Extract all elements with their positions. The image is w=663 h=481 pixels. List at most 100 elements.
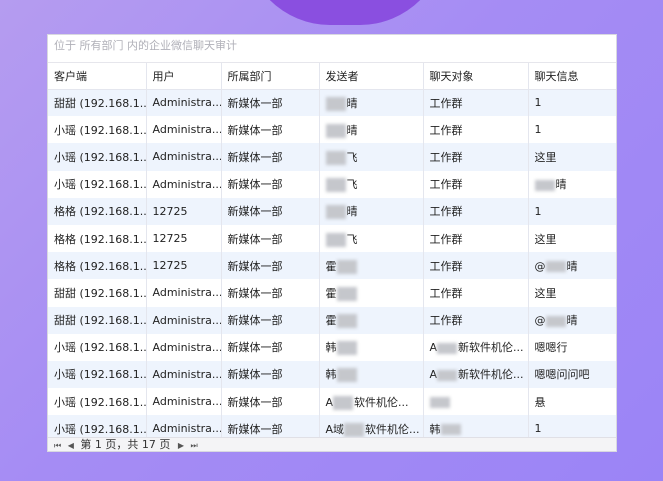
department-cell: 新媒体一部 xyxy=(221,170,320,198)
user-cell-text: Administra... xyxy=(152,313,221,327)
user-cell: 12725 xyxy=(146,197,222,225)
redacted-blur xyxy=(336,368,357,383)
user-cell-text: 12725 xyxy=(152,259,188,273)
client-cell-text: 甜甜 (192.168.1... xyxy=(54,314,146,328)
last-page-icon[interactable]: ⏭ xyxy=(191,441,198,450)
department-cell-text: 新媒体一部 xyxy=(227,341,283,355)
chat-target-cell: 工作群 xyxy=(423,306,529,334)
chat-message-cell-suffix: 晴 xyxy=(566,259,578,273)
department-cell-text: 新媒体一部 xyxy=(227,178,283,192)
department-cell-text: 新媒体一部 xyxy=(227,368,283,382)
sender-cell-suffix: 飞 xyxy=(346,232,358,246)
chat-message-cell-prefix: @ xyxy=(534,259,546,273)
sender-cell-prefix: A域 xyxy=(325,422,345,436)
chat-message-cell: 晴 xyxy=(528,170,616,198)
column-header-department[interactable]: 所属部门 xyxy=(221,63,320,90)
user-cell-text: Administra... xyxy=(152,367,221,381)
next-page-icon[interactable]: ▶ xyxy=(178,441,184,450)
sender-cell: 飞 xyxy=(319,170,424,198)
prev-page-icon[interactable]: ◀ xyxy=(68,441,74,450)
chat-message-cell: 悬 xyxy=(528,388,616,416)
client-cell-text: 小瑶 (192.168.1... xyxy=(54,368,146,382)
client-cell: 小瑶 (192.168.1... xyxy=(48,388,147,416)
sender-cell-prefix: 霍 xyxy=(325,314,337,328)
chat-target-cell-text: 工作群 xyxy=(429,259,463,273)
chat-message-cell-text: 嗯嗯问问吧 xyxy=(534,368,590,382)
table-row[interactable]: 小瑶 (192.168.1... Administra... 新媒体一部 飞 工作群 晴 xyxy=(48,170,616,198)
chat-message-cell: 1 xyxy=(528,89,616,117)
pagination-bar: ⏮ ◀ 第 1 页，共 17 页 ▶ ⏭ xyxy=(48,437,616,451)
sender-cell: A 软件机伦... xyxy=(319,388,424,416)
redacted-blur xyxy=(336,286,357,301)
table-row[interactable]: 小瑶 (192.168.1... Administra... 新媒体一部 A 软件机伦.… xyxy=(48,388,616,416)
chat-message-cell-text: 这里 xyxy=(534,232,557,246)
sender-cell-suffix: 软件机伦... xyxy=(354,395,409,409)
chat-message-cell-text: 1 xyxy=(534,123,542,137)
table-row[interactable]: 格格 (192.168.1... 12725 新媒体一部 晴 工作群 1 xyxy=(48,197,616,225)
user-cell: Administra... xyxy=(146,89,222,117)
department-cell-text: 新媒体一部 xyxy=(227,96,283,110)
user-cell: Administra... xyxy=(146,116,222,144)
department-cell: 新媒体一部 xyxy=(221,143,320,171)
table-row[interactable]: 甜甜 (192.168.1... Administra... 新媒体一部霍工作群 @ 晴 xyxy=(48,306,616,334)
chat-target-cell: A 新软件机伦... xyxy=(423,360,529,389)
user-cell: Administra... xyxy=(146,388,222,416)
user-cell-text: 12725 xyxy=(152,204,188,218)
chat-target-cell: 工作群 xyxy=(423,89,529,117)
column-header-user[interactable]: 用户 xyxy=(146,63,222,90)
redacted-blur xyxy=(325,96,346,111)
redacted-blur xyxy=(336,259,357,274)
department-cell: 新媒体一部 xyxy=(221,197,320,225)
sender-cell-prefix: 韩 xyxy=(325,341,337,355)
table-row[interactable]: 小瑶 (192.168.1... Administra... 新媒体一部 韩 A 新软件机… xyxy=(48,333,616,361)
chat-message-cell-text: 1 xyxy=(534,204,542,218)
redacted-blur xyxy=(545,315,566,327)
chat-audit-panel: 位于 所有部门 内的企业微信聊天审计 客户端 用户 所属部门 发送者 聊天对象 … xyxy=(47,34,617,452)
department-cell-text: 新媒体一部 xyxy=(227,422,283,436)
redacted-blur xyxy=(325,205,346,220)
department-cell: 新媒体一部 xyxy=(221,252,320,280)
client-cell-text: 小瑶 (192.168.1... xyxy=(54,123,146,137)
redacted-blur xyxy=(437,342,458,354)
department-cell: 新媒体一部 xyxy=(221,306,320,334)
department-cell: 新媒体一部 xyxy=(221,224,320,253)
table-row[interactable]: 小瑶 (192.168.1... Administra... 新媒体一部 飞 工作群 这里 xyxy=(48,143,616,171)
chat-target-cell-text: 工作群 xyxy=(429,150,463,164)
client-cell: 格格 (192.168.1... xyxy=(48,252,147,280)
table-row[interactable]: 格格 (192.168.1... 12725 新媒体一部霍 工作群 @ 晴 xyxy=(48,252,616,280)
chat-message-cell-suffix: 晴 xyxy=(555,178,567,192)
chat-target-cell xyxy=(423,388,529,416)
table-row[interactable]: 格格 (192.168.1... 12725 新媒体一部 飞 工作群 这里 xyxy=(48,224,616,253)
client-cell: 小瑶 (192.168.1... xyxy=(48,170,147,198)
user-cell: Administra... xyxy=(146,279,222,307)
user-cell: Administra... xyxy=(146,306,222,334)
column-header-sender[interactable]: 发送者 xyxy=(319,63,424,90)
column-header-chat-target[interactable]: 聊天对象 xyxy=(423,63,529,90)
sender-cell: 韩 xyxy=(319,333,424,361)
chat-target-cell-text: 工作群 xyxy=(429,314,463,328)
redacted-blur xyxy=(437,369,458,381)
chat-target-cell-prefix: A xyxy=(429,368,438,382)
chat-target-cell-text: 工作群 xyxy=(429,205,463,219)
department-cell: 新媒体一部 xyxy=(221,89,320,117)
sender-cell: 飞 xyxy=(319,143,424,171)
table-row[interactable]: 甜甜 (192.168.1... Administra... 新媒体一部 晴 工作群 1 xyxy=(48,89,616,117)
sender-cell: 晴 xyxy=(319,116,424,144)
table-row[interactable]: 小瑶 (192.168.1... Administra... 新媒体一部 晴 工作群 1 xyxy=(48,116,616,144)
user-cell-text: Administra... xyxy=(152,340,221,354)
department-cell-text: 新媒体一部 xyxy=(227,286,283,300)
column-header-chat-message[interactable]: 聊天信息 xyxy=(528,63,616,90)
table-row[interactable]: 甜甜 (192.168.1... Administra... 新媒体一部 霍 工作群 这里 xyxy=(48,279,616,307)
client-cell-text: 小瑶 (192.168.1... xyxy=(54,341,146,355)
sender-cell-suffix: 晴 xyxy=(346,96,358,110)
sender-cell-prefix: 韩 xyxy=(325,368,337,382)
column-header-client[interactable]: 客户端 xyxy=(48,63,147,90)
sender-cell-suffix: 软件机伦... xyxy=(365,422,420,436)
client-cell: 格格 (192.168.1... xyxy=(48,197,147,225)
sender-cell-prefix: 霍 xyxy=(325,259,337,273)
table-row[interactable]: 小瑶 (192.168.1... Administra... 新媒体一部 韩 A 新软件机… xyxy=(48,360,616,389)
user-cell: Administra... xyxy=(146,143,222,171)
chat-audit-table: 客户端 用户 所属部门 发送者 聊天对象 聊天信息 甜甜 (192.168.1.… xyxy=(48,63,616,443)
first-page-icon[interactable]: ⏮ xyxy=(54,441,61,450)
user-cell-text: 12725 xyxy=(152,232,188,246)
